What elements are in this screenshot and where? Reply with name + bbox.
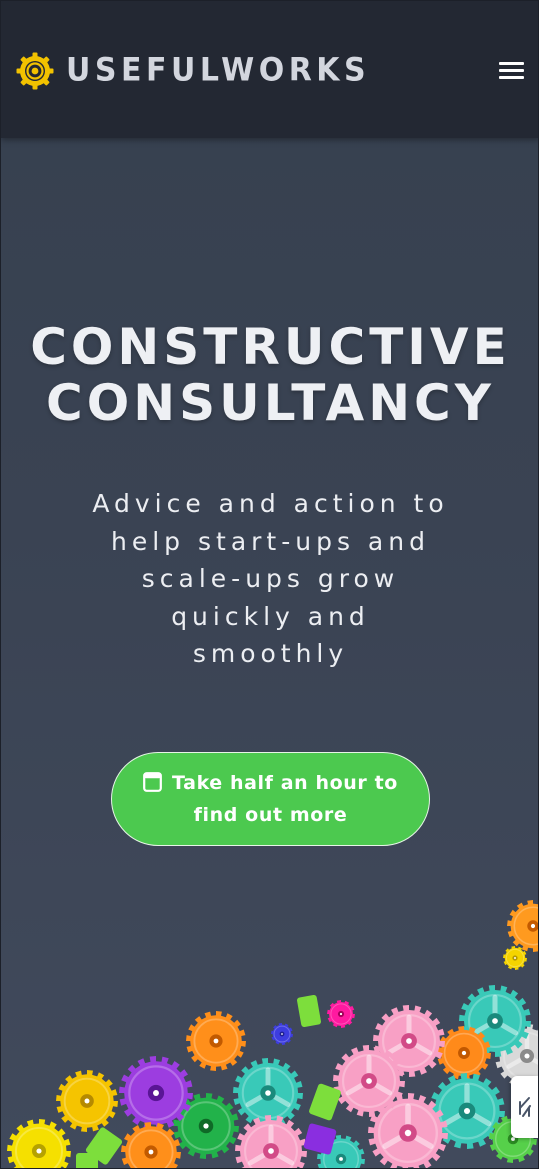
hero-subtitle: Advice and action to help start-ups and … (92, 489, 449, 668)
peg-shape (297, 994, 321, 1028)
hero-title: CONSTRUCTIVE CONSULTANCY (30, 318, 511, 432)
menu-bar (499, 62, 524, 65)
calendar-icon (143, 772, 162, 792)
cta-label: Take half an hour to find out more (172, 772, 398, 826)
menu-bar (499, 76, 524, 79)
gear-shape (56, 1070, 118, 1132)
gear-shape (119, 1056, 193, 1130)
gear-shape (235, 1115, 307, 1168)
gear-shape (186, 1011, 246, 1071)
gear-shape (121, 1122, 181, 1168)
chat-widget-icon[interactable] (511, 1076, 538, 1138)
colorful-gears-illustration (7, 900, 538, 1168)
gear-shape (507, 900, 538, 952)
brand-name: USEFULWORKS (66, 51, 371, 90)
widget-glyph (518, 1097, 531, 1117)
hamburger-menu-icon[interactable] (498, 57, 526, 83)
cta-content: Take half an hour to find out more (140, 767, 402, 831)
book-call-button[interactable]: Take half an hour to find out more (111, 752, 430, 846)
gear-shape (437, 1026, 491, 1080)
gear-shape (327, 1000, 355, 1028)
gear-logo-icon (16, 52, 54, 90)
menu-bar (499, 69, 524, 72)
gear-shape (7, 1119, 71, 1168)
site-header: USEFULWORKS (1, 1, 538, 138)
logo-link[interactable]: USEFULWORKS (15, 51, 370, 91)
gear-shape (271, 1023, 293, 1045)
peg-shape (76, 1153, 98, 1168)
page: USEFULWORKS CONSTRUCTIVE CONSULTANCY Adv… (0, 0, 539, 1169)
